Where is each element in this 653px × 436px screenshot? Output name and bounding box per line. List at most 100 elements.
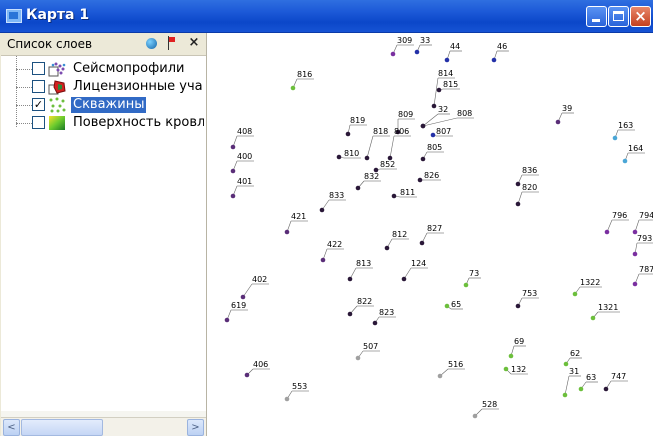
well-point[interactable] bbox=[463, 282, 469, 288]
well-point[interactable] bbox=[430, 132, 436, 138]
well-marker[interactable]: 402 bbox=[240, 275, 269, 300]
well-marker[interactable]: 163 bbox=[612, 121, 635, 141]
well-marker[interactable]: 73 bbox=[463, 269, 481, 288]
horizontal-scrollbar[interactable]: < > bbox=[1, 417, 206, 436]
well-marker[interactable]: 421 bbox=[284, 212, 308, 235]
well-point[interactable] bbox=[572, 291, 578, 297]
well-marker[interactable]: 619 bbox=[224, 301, 248, 323]
scroll-thumb[interactable] bbox=[21, 419, 103, 436]
well-point[interactable] bbox=[244, 372, 250, 378]
layer-item-surface[interactable]: Поверхность кровл bbox=[1, 114, 206, 132]
well-marker[interactable]: 826 bbox=[417, 171, 441, 183]
well-point[interactable] bbox=[230, 168, 236, 174]
close-window-button[interactable]: × bbox=[630, 6, 651, 27]
well-marker[interactable]: 1321 bbox=[590, 303, 620, 321]
well-point[interactable] bbox=[444, 57, 450, 63]
well-marker[interactable]: 164 bbox=[622, 144, 645, 164]
well-marker[interactable]: 787 bbox=[632, 265, 653, 287]
well-marker[interactable]: 44 bbox=[444, 42, 462, 63]
well-point[interactable] bbox=[622, 158, 628, 164]
well-point[interactable] bbox=[515, 303, 521, 309]
well-point[interactable] bbox=[603, 386, 609, 392]
well-marker[interactable]: 400 bbox=[230, 152, 254, 174]
well-point[interactable] bbox=[420, 123, 426, 129]
well-marker[interactable]: 132 bbox=[503, 365, 528, 375]
well-marker[interactable]: 806 bbox=[387, 127, 411, 161]
well-marker[interactable]: 833 bbox=[319, 191, 346, 213]
well-point[interactable] bbox=[437, 373, 443, 379]
layer-checkbox[interactable] bbox=[32, 116, 45, 129]
well-point[interactable] bbox=[503, 366, 509, 372]
well-point[interactable] bbox=[632, 251, 638, 257]
well-marker[interactable]: 818 bbox=[364, 127, 390, 161]
well-marker[interactable]: 822 bbox=[347, 297, 374, 317]
layer-item-wells[interactable]: ✓ Скважины bbox=[1, 96, 206, 114]
well-point[interactable] bbox=[420, 156, 426, 162]
well-marker[interactable]: 812 bbox=[384, 230, 409, 251]
well-point[interactable] bbox=[345, 131, 351, 137]
well-point[interactable] bbox=[431, 103, 437, 109]
well-marker[interactable]: 65 bbox=[444, 300, 463, 310]
well-point[interactable] bbox=[472, 413, 478, 419]
well-point[interactable] bbox=[417, 177, 423, 183]
well-point[interactable] bbox=[436, 87, 442, 93]
well-marker[interactable]: 852 bbox=[373, 160, 397, 173]
well-point[interactable] bbox=[284, 229, 290, 235]
well-point[interactable] bbox=[401, 276, 407, 282]
well-marker[interactable]: 31 bbox=[562, 367, 581, 398]
well-marker[interactable]: 805 bbox=[420, 143, 444, 162]
well-marker[interactable]: 39 bbox=[555, 104, 574, 125]
well-point[interactable] bbox=[240, 294, 246, 300]
well-point[interactable] bbox=[612, 135, 618, 141]
well-marker[interactable]: 516 bbox=[437, 360, 465, 379]
well-marker[interactable]: 309 bbox=[390, 36, 414, 57]
well-point[interactable] bbox=[347, 276, 353, 282]
well-marker[interactable]: 823 bbox=[372, 308, 396, 326]
well-point[interactable] bbox=[390, 51, 396, 57]
well-point[interactable] bbox=[230, 193, 236, 199]
title-bar[interactable]: Карта 1 × bbox=[0, 0, 653, 33]
well-point[interactable] bbox=[230, 144, 236, 150]
well-point[interactable] bbox=[444, 303, 450, 309]
minimize-button[interactable] bbox=[586, 6, 607, 27]
well-point[interactable] bbox=[508, 353, 514, 359]
well-point[interactable] bbox=[555, 119, 561, 125]
well-marker[interactable]: 32 bbox=[420, 105, 450, 129]
well-point[interactable] bbox=[347, 311, 353, 317]
well-marker[interactable]: 401 bbox=[230, 177, 254, 199]
well-marker[interactable]: 507 bbox=[355, 342, 380, 361]
well-marker[interactable]: 124 bbox=[401, 259, 428, 282]
close-panel-button[interactable]: × bbox=[187, 35, 201, 51]
flag-icon[interactable] bbox=[166, 36, 176, 50]
well-point[interactable] bbox=[414, 49, 420, 55]
well-marker[interactable]: 807 bbox=[430, 127, 453, 138]
well-marker[interactable]: 528 bbox=[472, 400, 499, 419]
scroll-right-button[interactable]: > bbox=[187, 419, 204, 436]
well-point[interactable] bbox=[391, 193, 397, 199]
layer-checkbox[interactable] bbox=[32, 62, 45, 75]
well-marker[interactable]: 796 bbox=[604, 211, 629, 235]
well-marker[interactable]: 794 bbox=[632, 211, 653, 235]
well-marker[interactable]: 1322 bbox=[572, 278, 602, 297]
well-marker[interactable]: 815 bbox=[436, 80, 460, 93]
well-marker[interactable]: 46 bbox=[491, 42, 509, 63]
layer-checkbox[interactable]: ✓ bbox=[32, 98, 45, 111]
layer-item-license-areas[interactable]: Лицензионные уча bbox=[1, 78, 206, 96]
wells-map[interactable]: 309 33 44 46 816 814 815 39 809 32 808 819 818 806 807… bbox=[207, 33, 653, 436]
well-marker[interactable]: 816 bbox=[290, 70, 314, 91]
scroll-left-button[interactable]: < bbox=[3, 419, 20, 436]
maximize-button[interactable] bbox=[608, 6, 629, 27]
well-point[interactable] bbox=[515, 201, 521, 207]
well-marker[interactable]: 747 bbox=[603, 372, 628, 392]
well-point[interactable] bbox=[364, 155, 370, 161]
well-point[interactable] bbox=[290, 85, 296, 91]
well-marker[interactable]: 63 bbox=[578, 373, 598, 392]
well-point[interactable] bbox=[372, 320, 378, 326]
well-marker[interactable]: 406 bbox=[244, 360, 270, 378]
well-point[interactable] bbox=[355, 185, 361, 191]
well-point[interactable] bbox=[590, 315, 596, 321]
layer-checkbox[interactable] bbox=[32, 80, 45, 93]
well-marker[interactable]: 69 bbox=[508, 337, 526, 359]
well-marker[interactable]: 553 bbox=[284, 382, 309, 402]
well-marker[interactable]: 62 bbox=[563, 349, 582, 367]
